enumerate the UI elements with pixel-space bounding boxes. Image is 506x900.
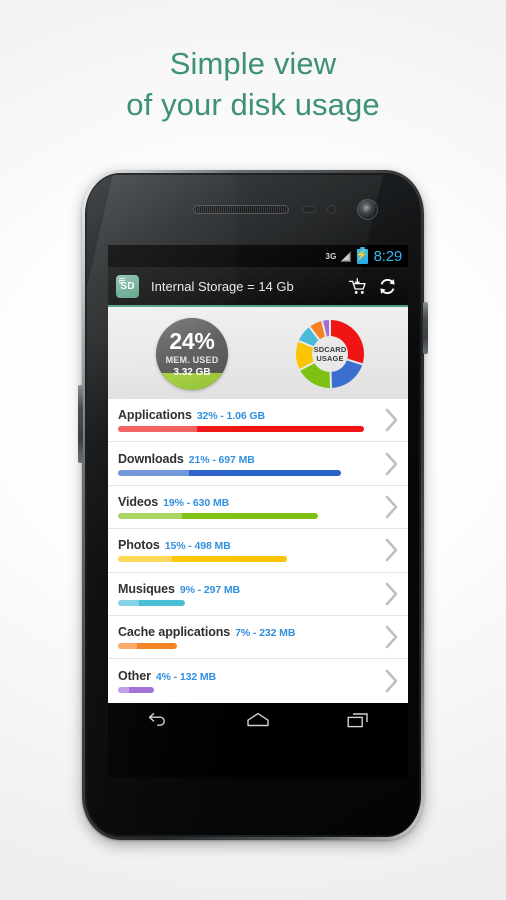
category-usage-bar-fill [118, 599, 185, 606]
row-heading: Cache applications 7% - 232 MB [118, 625, 374, 639]
storage-category-row[interactable]: Photos 15% - 498 MB [108, 529, 408, 573]
sdcard-usage-donut-chart[interactable]: SDCARD USAGE [296, 320, 364, 389]
app-action-bar: SD Internal Storage = 14 Gb [108, 267, 408, 307]
storage-summary-header: 24% MEM. USED 3.32 GB SDCARD USAGE [108, 307, 408, 399]
memory-percent-label: 24% [169, 328, 215, 354]
chevron-right-icon[interactable] [374, 408, 408, 432]
sdcard-app-icon[interactable]: SD [116, 274, 139, 298]
category-stat-label: 21% - 697 MB [188, 453, 255, 466]
volume-rocker-button[interactable] [78, 385, 83, 463]
chevron-right-icon[interactable] [374, 495, 408, 519]
sdcard-icon-notch [119, 277, 125, 284]
category-name-label: Cache applications [118, 625, 231, 640]
category-name-label: Musiques [118, 581, 175, 596]
network-type-label: 3G [325, 251, 337, 261]
category-name-label: Photos [118, 538, 160, 553]
row-content: Applications 32% - 1.06 GB [118, 408, 374, 433]
category-usage-bar-track [118, 426, 374, 433]
chevron-right-icon[interactable] [374, 452, 408, 476]
category-name-label: Downloads [118, 451, 184, 466]
battery-charging-icon: ⚡ [355, 246, 369, 264]
chevron-right-icon[interactable] [374, 625, 408, 649]
shopping-cart-download-icon[interactable] [344, 273, 370, 299]
front-camera [357, 199, 378, 220]
home-icon[interactable] [235, 707, 281, 733]
category-usage-bar-track [118, 643, 374, 650]
row-heading: Applications 32% - 1.06 GB [118, 408, 374, 422]
signal-bars-icon [339, 250, 353, 262]
action-bar-title: Internal Storage = 14 Gb [151, 278, 294, 294]
category-stat-label: 9% - 297 MB [179, 583, 241, 596]
category-stat-label: 15% - 498 MB [164, 540, 231, 553]
row-content: Other 4% - 132 MB [118, 669, 374, 694]
storage-category-list: Applications 32% - 1.06 GB Downloads 21% - … [108, 399, 408, 703]
category-usage-bar-track [118, 687, 374, 694]
category-usage-bar-track [118, 469, 374, 476]
back-arrow-icon[interactable] [135, 707, 181, 733]
promo-headline: Simple view of your disk usage [0, 44, 506, 126]
row-heading: Videos 19% - 630 MB [118, 495, 374, 509]
memory-caption-label: MEM. USED [165, 355, 219, 365]
android-status-bar: 3G ⚡ 8:29 [108, 245, 408, 267]
chevron-right-icon[interactable] [374, 582, 408, 606]
phone-mockup: 3G ⚡ 8:29 SD Internal Storage = 14 Gb 24… [78, 170, 428, 840]
chevron-right-icon[interactable] [374, 538, 408, 562]
refresh-sync-icon[interactable] [374, 273, 400, 299]
category-usage-bar-fill [118, 687, 154, 694]
donut-ring: SDCARD USAGE [296, 320, 364, 389]
donut-title-line2: USAGE [316, 354, 344, 363]
memory-used-gauge[interactable]: 24% MEM. USED 3.32 GB [156, 318, 228, 390]
storage-category-row[interactable]: Downloads 21% - 697 MB [108, 442, 408, 486]
storage-category-row[interactable]: Other 4% - 132 MB [108, 659, 408, 702]
category-usage-bar-track [118, 556, 374, 563]
proximity-sensor [302, 206, 316, 213]
phone-front-glass: 3G ⚡ 8:29 SD Internal Storage = 14 Gb 24… [87, 175, 419, 835]
category-usage-bar-fill [118, 426, 364, 433]
power-button[interactable] [423, 302, 428, 354]
row-content: Downloads 21% - 697 MB [118, 452, 374, 476]
category-usage-bar-track [118, 512, 374, 519]
category-name-label: Applications [118, 408, 192, 423]
category-usage-bar-fill [118, 469, 341, 476]
category-stat-label: 7% - 232 MB [235, 627, 296, 640]
chevron-right-icon[interactable] [374, 669, 408, 693]
category-stat-label: 32% - 1.06 GB [196, 410, 265, 423]
category-usage-bar-track [118, 599, 374, 606]
promo-headline-line1: Simple view [169, 46, 337, 81]
row-heading: Other 4% - 132 MB [118, 669, 374, 683]
category-name-label: Videos [118, 494, 159, 509]
row-content: Cache applications 7% - 232 MB [118, 625, 374, 650]
row-content: Videos 19% - 630 MB [118, 495, 374, 519]
category-usage-bar-fill [118, 556, 287, 563]
storage-category-row[interactable]: Musiques 9% - 297 MB [108, 573, 408, 616]
donut-title-line1: SDCARD [313, 344, 347, 354]
memory-value-label: 3.32 GB [173, 367, 211, 378]
row-content: Photos 15% - 498 MB [118, 538, 374, 563]
recent-apps-icon[interactable] [335, 707, 381, 733]
storage-category-row[interactable]: Cache applications 7% - 232 MB [108, 616, 408, 660]
row-heading: Musiques 9% - 297 MB [118, 582, 374, 596]
status-clock: 8:29 [373, 247, 403, 265]
light-sensor [327, 205, 336, 214]
promo-headline-line2: of your disk usage [126, 86, 380, 122]
row-heading: Downloads 21% - 697 MB [118, 452, 374, 466]
category-name-label: Other [118, 669, 151, 684]
category-stat-label: 19% - 630 MB [163, 496, 230, 509]
category-stat-label: 4% - 132 MB [155, 671, 217, 684]
row-heading: Photos 15% - 498 MB [118, 538, 374, 552]
phone-screen: 3G ⚡ 8:29 SD Internal Storage = 14 Gb 24… [108, 245, 408, 777]
row-content: Musiques 9% - 297 MB [118, 582, 374, 606]
battery-bolt-glyph: ⚡ [355, 250, 369, 261]
category-usage-bar-fill [118, 643, 177, 650]
android-navigation-bar [108, 703, 408, 737]
storage-category-row[interactable]: Videos 19% - 630 MB [108, 486, 408, 530]
earpiece-speaker [193, 205, 289, 214]
storage-category-row[interactable]: Applications 32% - 1.06 GB [108, 399, 408, 443]
donut-center-label: SDCARD USAGE [312, 336, 348, 372]
category-usage-bar-fill [118, 512, 318, 519]
